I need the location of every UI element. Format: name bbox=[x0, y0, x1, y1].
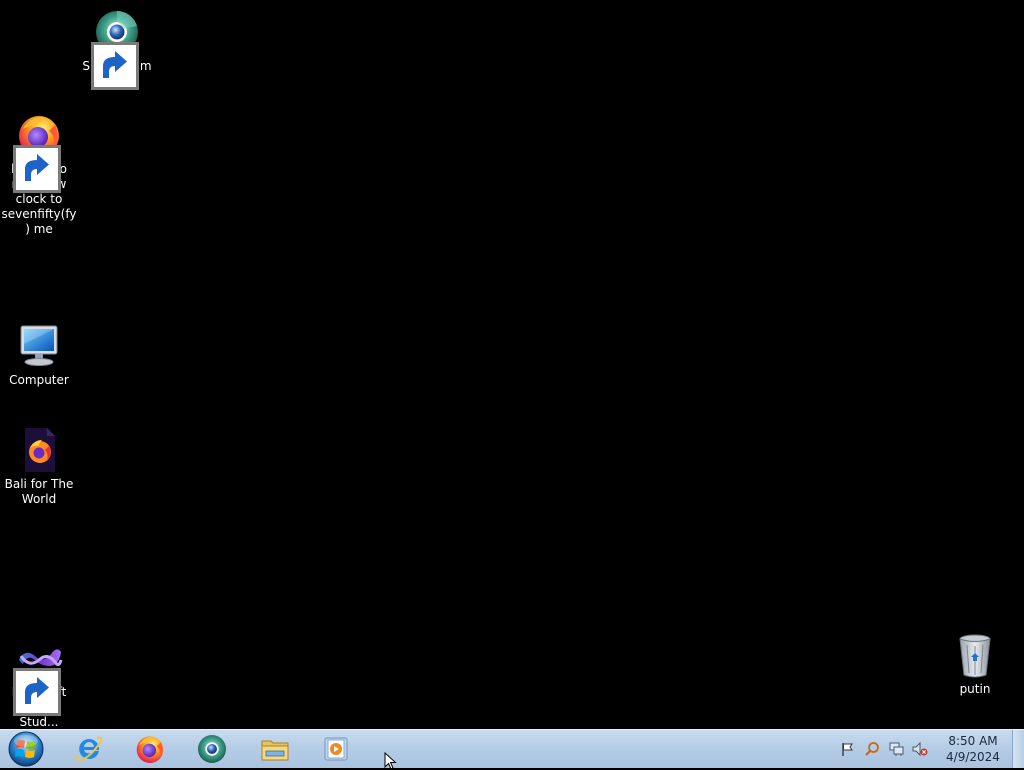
show-desktop-button[interactable] bbox=[1012, 730, 1024, 768]
desktop-icon-supermium[interactable]: Supermium bbox=[79, 8, 155, 90]
start-button[interactable] bbox=[6, 731, 46, 767]
visual-studio-icon bbox=[13, 634, 63, 716]
clock-date: 4/9/2024 bbox=[946, 750, 1000, 764]
network-icon[interactable] bbox=[886, 739, 906, 759]
system-tray bbox=[838, 730, 934, 768]
desktop-icon-recycle-bin[interactable]: putin bbox=[937, 631, 1013, 697]
supermium-icon bbox=[198, 735, 226, 763]
firefox-document-icon bbox=[15, 426, 63, 474]
internet-explorer-icon bbox=[75, 736, 103, 762]
media-player-icon bbox=[324, 737, 348, 761]
folder-icon bbox=[261, 740, 289, 761]
recycle-bin-icon bbox=[951, 631, 999, 679]
desktop-icon-computer[interactable]: Computer bbox=[1, 322, 77, 388]
desktop-icon-label: Computer bbox=[9, 373, 69, 387]
supermium-icon bbox=[91, 8, 141, 90]
taskbar-firefox[interactable] bbox=[128, 732, 172, 766]
shortcut-arrow-icon bbox=[13, 668, 61, 716]
taskbar-windows-explorer[interactable] bbox=[253, 732, 297, 766]
desktop[interactable]: Supermium bbox=[0, 0, 1024, 729]
desktop-icon-label: Bali for The World bbox=[4, 477, 74, 506]
shortcut-arrow-icon bbox=[91, 42, 139, 90]
windows-start-orb-icon bbox=[8, 731, 44, 767]
taskbar[interactable]: 8:50 AM 4/9/2024 bbox=[0, 729, 1024, 768]
action-center-flag-icon[interactable] bbox=[838, 739, 858, 759]
desktop-icon-bali-for-the-world[interactable]: Bali for The World bbox=[1, 426, 77, 507]
volume-muted-icon[interactable] bbox=[910, 739, 930, 759]
taskbar-media-player[interactable] bbox=[314, 732, 358, 766]
computer-icon bbox=[15, 322, 63, 370]
taskbar-clock[interactable]: 8:50 AM 4/9/2024 bbox=[940, 732, 1006, 766]
search-icon[interactable] bbox=[862, 739, 882, 759]
mouse-cursor-icon bbox=[384, 752, 397, 770]
taskbar-internet-explorer[interactable] bbox=[67, 732, 111, 766]
desktop-icon-label: putin bbox=[959, 682, 991, 696]
desktop-icon-visual-studio[interactable]: Microsoft Visual Stud... bbox=[1, 634, 77, 729]
clock-time: 8:50 AM bbox=[948, 734, 998, 748]
firefox-icon bbox=[13, 111, 63, 193]
shortcut-arrow-icon bbox=[13, 145, 61, 193]
desktop-icon-firefox-shortcut[interactable]: haha i do not allow clock to sevenfifty(… bbox=[1, 111, 77, 237]
taskbar-supermium[interactable] bbox=[190, 732, 234, 766]
firefox-icon bbox=[136, 736, 164, 763]
